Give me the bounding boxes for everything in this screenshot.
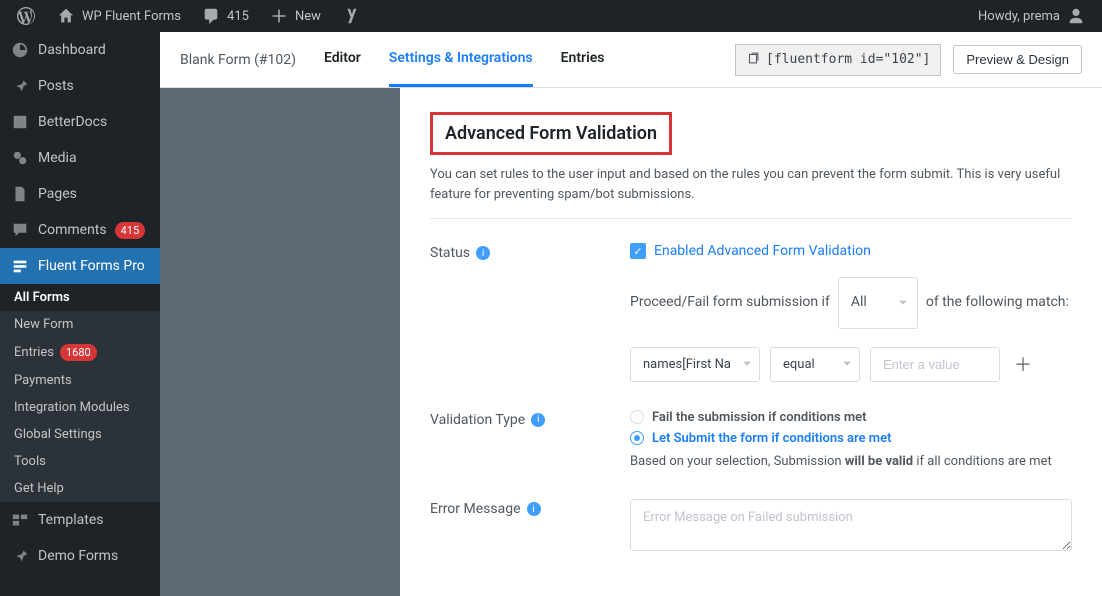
form-icon	[10, 256, 30, 276]
new-content[interactable]: New	[261, 0, 329, 32]
templates-icon	[10, 510, 30, 530]
submenu-all-forms[interactable]: All Forms	[0, 284, 160, 311]
menu-demo-forms[interactable]: Demo Forms	[0, 538, 160, 574]
user-account[interactable]: Howdy, prema	[970, 0, 1094, 32]
menu-templates[interactable]: Templates	[0, 502, 160, 538]
wp-logo[interactable]	[8, 0, 44, 32]
menu-betterdocs[interactable]: BetterDocs	[0, 104, 160, 140]
menu-comments[interactable]: Comments 415	[0, 212, 160, 248]
menu-pages[interactable]: Pages	[0, 176, 160, 212]
menu-label: Templates	[38, 512, 104, 528]
info-icon[interactable]: i	[531, 413, 545, 427]
docs-icon	[10, 112, 30, 132]
enabled-checkbox-label[interactable]: Enabled Advanced Form Validation	[654, 243, 871, 259]
section-description: You can set rules to the user input and …	[430, 165, 1072, 219]
yoast-item[interactable]	[333, 0, 369, 32]
validation-type-label: Validation Typei	[430, 410, 630, 428]
menu-media[interactable]: Media	[0, 140, 160, 176]
sentence-post: of the following match:	[926, 286, 1069, 320]
radio-fail[interactable]: Fail the submission if conditions met	[630, 410, 1072, 425]
tab-entries[interactable]: Entries	[561, 32, 605, 87]
admin-sidebar: Dashboard Posts BetterDocs Media Pages C…	[0, 32, 160, 596]
site-name[interactable]: WP Fluent Forms	[48, 0, 189, 32]
new-label: New	[295, 9, 321, 24]
section-title: Advanced Form Validation	[430, 112, 672, 155]
condition-value-input[interactable]	[870, 347, 1000, 382]
radio-pass[interactable]: Let Submit the form if conditions are me…	[630, 431, 1072, 446]
pin-icon	[10, 76, 30, 96]
error-message-textarea[interactable]	[630, 499, 1072, 551]
sentence-pre: Proceed/Fail form submission if	[630, 286, 830, 320]
dashboard-icon	[10, 40, 30, 60]
submenu-new-form[interactable]: New Form	[0, 311, 160, 338]
submenu-global-settings[interactable]: Global Settings	[0, 421, 160, 448]
form-name: Blank Form (#102)	[180, 52, 296, 68]
info-icon[interactable]: i	[476, 246, 490, 260]
copy-icon	[746, 51, 760, 69]
menu-fluent-forms[interactable]: Fluent Forms Pro	[0, 248, 160, 284]
tab-editor[interactable]: Editor	[324, 32, 361, 87]
settings-right-panel: Advanced Form Validation You can set rul…	[400, 88, 1102, 596]
radio-icon	[630, 431, 644, 445]
status-label: Statusi	[430, 243, 630, 261]
home-icon	[56, 6, 76, 26]
pin-icon	[10, 546, 30, 566]
menu-label: Pages	[38, 186, 77, 202]
radio-icon	[630, 410, 644, 424]
submenu-get-help[interactable]: Get Help	[0, 475, 160, 502]
howdy-text: Howdy, prema	[978, 9, 1060, 24]
wordpress-icon	[16, 6, 36, 26]
menu-label: BetterDocs	[38, 114, 107, 130]
menu-label: Comments	[38, 222, 107, 238]
comments-badge: 415	[115, 222, 146, 239]
menu-label: Media	[38, 150, 77, 166]
preview-design-button[interactable]: Preview & Design	[953, 45, 1082, 74]
menu-label: Posts	[38, 78, 74, 94]
condition-operator-select[interactable]: equal	[770, 347, 860, 382]
add-condition-button[interactable]: ＋	[1010, 347, 1036, 381]
submenu-entries[interactable]: Entries1680	[0, 338, 160, 367]
shortcode-box[interactable]: [fluentform id="102"]	[735, 44, 941, 76]
comment-icon	[201, 6, 221, 26]
shortcode-text: [fluentform id="102"]	[766, 52, 930, 67]
match-all-select[interactable]: All	[838, 277, 918, 329]
menu-posts[interactable]: Posts	[0, 68, 160, 104]
error-message-label: Error Messagei	[430, 499, 630, 517]
menu-label: Demo Forms	[38, 548, 118, 564]
info-icon[interactable]: i	[527, 502, 541, 516]
comments-count: 415	[227, 9, 249, 24]
enabled-checkbox[interactable]: ✓	[630, 243, 646, 259]
media-icon	[10, 148, 30, 168]
submenu-integration[interactable]: Integration Modules	[0, 394, 160, 421]
tab-settings[interactable]: Settings & Integrations	[389, 32, 533, 87]
settings-left-panel	[160, 88, 400, 596]
user-icon	[1066, 6, 1086, 26]
page-icon	[10, 184, 30, 204]
menu-dashboard[interactable]: Dashboard	[0, 32, 160, 68]
comments-bubble[interactable]: 415	[193, 0, 257, 32]
menu-label: Dashboard	[38, 42, 106, 58]
entries-badge: 1680	[60, 344, 97, 361]
condition-field-select[interactable]: names[First Na	[630, 347, 760, 382]
yoast-icon	[341, 6, 361, 26]
validation-note: Based on your selection, Submission will…	[630, 452, 1072, 472]
menu-label: Fluent Forms Pro	[38, 258, 145, 274]
submenu-payments[interactable]: Payments	[0, 367, 160, 394]
comment-icon	[10, 220, 30, 240]
plus-icon	[269, 6, 289, 26]
site-name-text: WP Fluent Forms	[82, 9, 181, 24]
form-topbar: Blank Form (#102) Editor Settings & Inte…	[160, 32, 1102, 88]
submenu-tools[interactable]: Tools	[0, 448, 160, 475]
fluent-submenu: All Forms New Form Entries1680 Payments …	[0, 284, 160, 502]
